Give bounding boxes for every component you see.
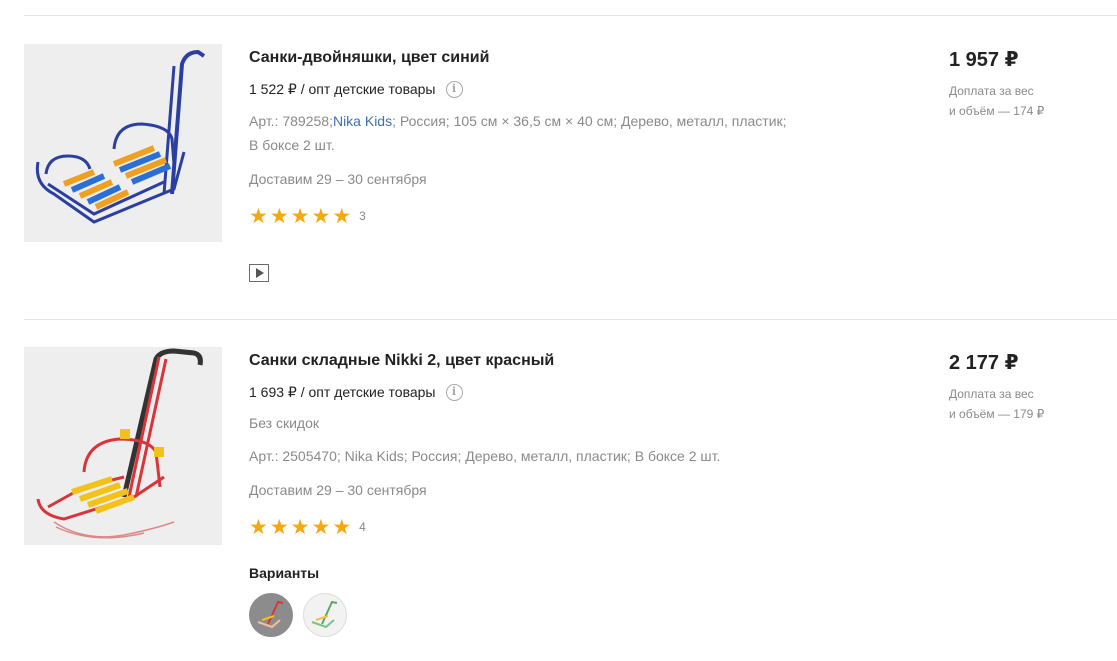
- weight-surcharge: Доплата за вес и объём — 174 ₽: [949, 81, 1109, 121]
- product-info: Санки-двойняшки, цвет синий 1 522 ₽ / оп…: [249, 44, 869, 282]
- product-image[interactable]: [24, 347, 222, 545]
- specs-text: ; Россия; 105 см × 36,5 см × 40 см; Дере…: [392, 113, 787, 129]
- rating[interactable]: ★ ★ ★ ★ ★ 4: [249, 516, 869, 538]
- product-card: Санки-двойняшки, цвет синий 1 522 ₽ / оп…: [24, 44, 1117, 344]
- variants-list: [249, 593, 869, 637]
- star-icon: ★: [269, 204, 289, 228]
- price-column: 2 177 ₽ Доплата за вес и объём — 179 ₽: [949, 347, 1109, 424]
- star-icon: ★: [332, 204, 352, 228]
- product-price: 2 177 ₽: [949, 352, 1019, 374]
- product-divider: [24, 319, 1117, 320]
- wholesale-price-text: 1 522 ₽ / опт детские товары: [249, 81, 436, 97]
- product-info: Санки складные Nikki 2, цвет красный 1 6…: [249, 347, 869, 637]
- product-image[interactable]: [24, 44, 222, 242]
- wholesale-price-text: 1 693 ₽ / опт детские товары: [249, 384, 436, 400]
- product-specs: Арт.: 789258;Nika Kids; Россия; 105 см ×…: [249, 109, 869, 157]
- star-icon: ★: [290, 515, 310, 539]
- rating[interactable]: ★ ★ ★ ★ ★ 3: [249, 205, 869, 227]
- product-title[interactable]: Санки складные Nikki 2, цвет красный: [249, 350, 869, 372]
- price-column: 1 957 ₽ Доплата за вес и объём — 174 ₽: [949, 44, 1109, 121]
- info-icon[interactable]: i: [445, 383, 463, 401]
- star-icon: ★: [249, 515, 268, 539]
- play-icon: [256, 268, 264, 278]
- surcharge-line: Доплата за вес: [949, 84, 1034, 98]
- info-icon[interactable]: i: [445, 80, 463, 98]
- star-icon: ★: [249, 204, 268, 228]
- product-title[interactable]: Санки-двойняшки, цвет синий: [249, 47, 869, 69]
- article-number: Арт.: 2505470;: [249, 448, 341, 464]
- red-folding-sled-image: [24, 347, 222, 545]
- delivery-date: Доставим 29 – 30 сентября: [249, 171, 427, 187]
- star-icon: ★: [290, 204, 310, 228]
- star-icon: ★: [311, 204, 331, 228]
- article-number: Арт.: 789258;: [249, 113, 333, 129]
- variants-label: Варианты: [249, 565, 320, 581]
- delivery-date: Доставим 29 – 30 сентября: [249, 482, 427, 498]
- reviews-count: 4: [359, 520, 366, 534]
- star-icon: ★: [332, 515, 352, 539]
- pack-info: В боксе 2 шт.: [249, 137, 335, 153]
- variant-swatch-red[interactable]: [249, 593, 293, 637]
- wholesale-price: 1 522 ₽ / опт детские товары i: [249, 79, 869, 99]
- brand-link[interactable]: Nika Kids: [345, 448, 404, 464]
- surcharge-line: и объём — 174 ₽: [949, 104, 1045, 118]
- red-sled-variant-icon: [257, 600, 284, 629]
- wholesale-price: 1 693 ₽ / опт детские товары i: [249, 382, 869, 402]
- play-video-button[interactable]: [249, 264, 269, 282]
- specs-text: ; Россия; Дерево, металл, пластик; В бок…: [403, 448, 721, 464]
- product-price: 1 957 ₽: [949, 49, 1019, 71]
- reviews-count: 3: [359, 209, 366, 223]
- product-card: Санки складные Nikki 2, цвет красный 1 6…: [24, 347, 1117, 647]
- blue-double-sled-image: [24, 44, 222, 242]
- top-divider: [24, 15, 1117, 16]
- star-icon: ★: [269, 515, 289, 539]
- weight-surcharge: Доплата за вес и объём — 179 ₽: [949, 384, 1109, 424]
- surcharge-line: и объём — 179 ₽: [949, 407, 1045, 421]
- brand-link[interactable]: Nika Kids: [333, 113, 392, 129]
- variant-swatch-green[interactable]: [303, 593, 347, 637]
- discount-note: Без скидок: [249, 415, 319, 431]
- surcharge-line: Доплата за вес: [949, 387, 1034, 401]
- green-sled-variant-icon: [311, 600, 338, 629]
- product-specs: Арт.: 2505470; Nika Kids; Россия; Дерево…: [249, 444, 869, 468]
- star-icon: ★: [311, 515, 331, 539]
